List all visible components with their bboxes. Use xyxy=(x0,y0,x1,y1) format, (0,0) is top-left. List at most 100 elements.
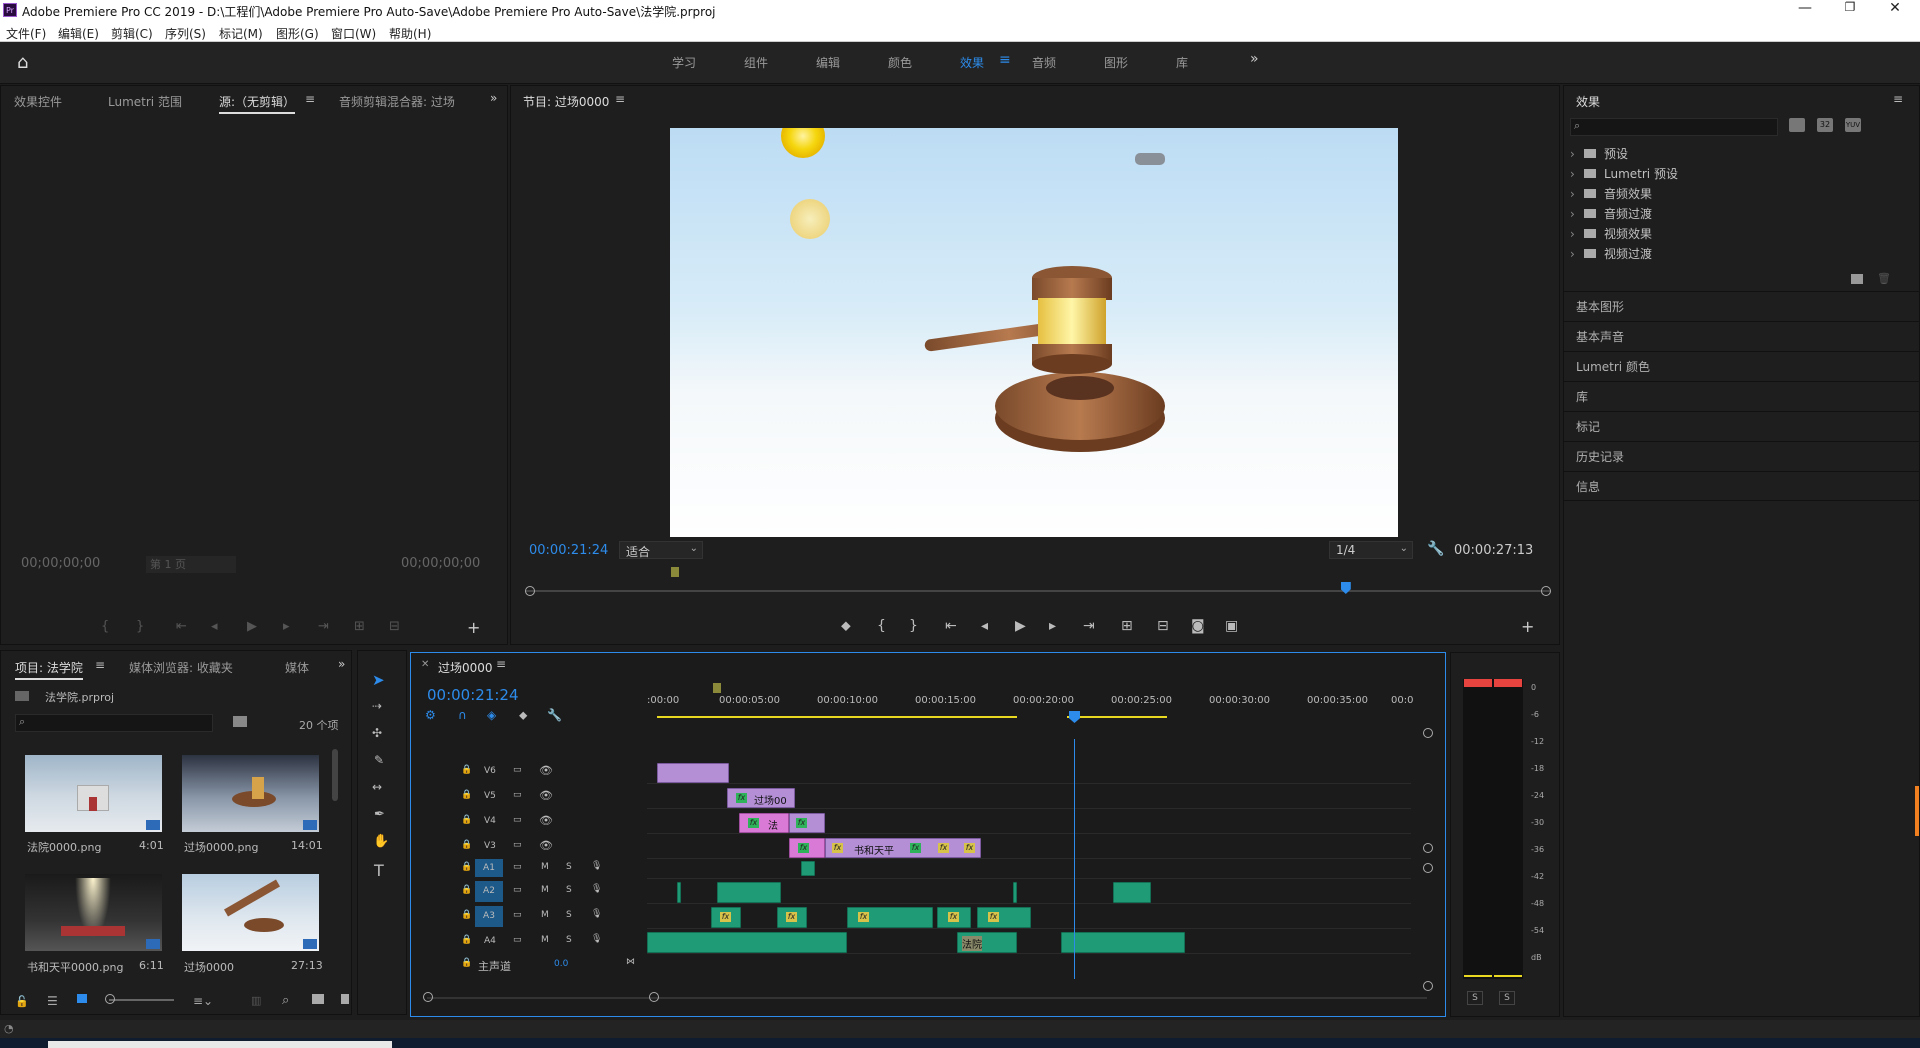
lock-icon[interactable]: 🔒 xyxy=(461,885,472,895)
audio-zoom-bottom-handle[interactable] xyxy=(1423,981,1433,991)
play-icon[interactable]: ▶ xyxy=(1015,618,1026,634)
track-name[interactable]: A1 xyxy=(475,859,503,877)
tab-audio-clip-mixer[interactable]: 音频剪辑混合器: 过场 xyxy=(339,93,455,110)
camera-icon[interactable]: ◙ xyxy=(1191,618,1205,634)
clip-v3[interactable]: fx xyxy=(789,838,825,858)
effects-search-input[interactable]: ⌕ xyxy=(1570,118,1778,136)
sync-icon[interactable]: ▭ xyxy=(513,935,522,945)
master-volume[interactable]: 0.0 xyxy=(554,959,568,969)
timeline-horizontal-scroll[interactable] xyxy=(427,997,1427,999)
new-item-icon[interactable] xyxy=(341,994,349,1004)
quality-dropdown[interactable]: 1/4 ⌄ xyxy=(1329,541,1413,559)
go-to-in-icon[interactable]: ⇤ xyxy=(176,619,187,634)
mark-out-icon[interactable]: } xyxy=(909,618,918,634)
snap-icon[interactable]: ∩ xyxy=(458,708,467,722)
tab-lumetri-scopes[interactable]: Lumetri 范围 xyxy=(108,93,182,110)
lock-icon[interactable]: 🔒 xyxy=(461,815,472,825)
workspace-graphics[interactable]: 图形 xyxy=(1104,54,1128,71)
new-bin-icon[interactable] xyxy=(1851,274,1863,284)
solo-right-button[interactable]: S xyxy=(1499,991,1515,1005)
source-add-button-icon[interactable]: + xyxy=(467,618,480,637)
program-add-button-icon[interactable]: + xyxy=(1521,617,1534,636)
sync-icon[interactable]: ▭ xyxy=(513,885,522,895)
go-to-out-icon[interactable]: ⇥ xyxy=(1083,618,1095,634)
minimize-icon[interactable]: — xyxy=(1795,0,1815,20)
mark-in-icon[interactable]: { xyxy=(101,619,109,634)
mic-icon[interactable]: 🎙 xyxy=(591,909,602,919)
workspace-learn[interactable]: 学习 xyxy=(672,54,696,71)
more-tabs-icon[interactable]: » xyxy=(338,657,345,671)
close-icon[interactable]: ✕ xyxy=(1885,0,1905,20)
sync-icon[interactable]: ▭ xyxy=(513,815,522,825)
workspace-effects[interactable]: 效果 xyxy=(960,54,984,71)
insert-icon[interactable]: ⊞ xyxy=(354,619,365,634)
clip-a3[interactable]: fx xyxy=(847,907,933,928)
menu-help[interactable]: 帮助(H) xyxy=(389,25,431,42)
audio-zoom-top-handle[interactable] xyxy=(1423,863,1433,873)
project-scrollbar[interactable] xyxy=(332,749,338,801)
new-search-bin-icon[interactable] xyxy=(233,716,247,727)
video-zoom-top-handle[interactable] xyxy=(1423,728,1433,738)
ripple-edit-tool-icon[interactable]: ✣ xyxy=(372,726,382,740)
clip-a3[interactable]: fx xyxy=(777,907,807,928)
sync-icon[interactable]: ▭ xyxy=(513,790,522,800)
workspace-audio[interactable]: 音频 xyxy=(1032,54,1056,71)
clip-v4[interactable]: fx 法 xyxy=(739,813,789,833)
clip-a3[interactable]: fx xyxy=(977,907,1031,928)
timeline-ruler[interactable]: :00:00 00:00:05:00 00:00:10:00 00:00:15:… xyxy=(647,683,1413,719)
source-page-dropdown[interactable]: 第 1 页 xyxy=(146,556,236,573)
master-collapse-icon[interactable]: ⋈ xyxy=(626,957,635,967)
workspace-menu-icon[interactable]: ≡ xyxy=(999,52,1011,68)
clip-a2[interactable] xyxy=(1113,882,1151,903)
clip-v3-b[interactable]: fx 书和天平 fx fx fx xyxy=(825,838,981,858)
settings-wrench-icon[interactable]: 🔧 xyxy=(547,708,562,722)
clip-a4[interactable]: 法院 xyxy=(957,932,1017,953)
folder-video-effects[interactable]: › 视频效果 xyxy=(1570,224,1910,244)
list-view-icon[interactable]: ☰ xyxy=(47,994,58,1008)
zoom-slider[interactable] xyxy=(109,999,174,1001)
scrub-start-handle[interactable] xyxy=(525,586,535,596)
workspace-assembly[interactable]: 组件 xyxy=(744,54,768,71)
home-icon[interactable]: ⌂ xyxy=(17,52,28,73)
compare-icon[interactable]: ▣ xyxy=(1225,618,1238,634)
sort-icon[interactable]: ≡⌄ xyxy=(193,994,213,1008)
mic-icon[interactable]: 🎙 xyxy=(591,884,602,894)
scroll-left-handle[interactable] xyxy=(423,992,433,1002)
track-name[interactable]: V6 xyxy=(484,766,496,776)
scroll-right-handle[interactable] xyxy=(649,992,659,1002)
program-playhead[interactable] xyxy=(1340,582,1351,594)
timeline-playhead[interactable] xyxy=(1069,711,1080,723)
close-sequence-icon[interactable]: ✕ xyxy=(421,659,429,670)
eye-icon[interactable]: 👁 xyxy=(539,764,553,777)
eye-icon[interactable]: 👁 xyxy=(539,814,553,827)
clip-a3[interactable]: fx xyxy=(711,907,741,928)
scrub-end-handle[interactable] xyxy=(1541,586,1551,596)
pen-tool-icon[interactable]: ✒ xyxy=(374,807,385,822)
tab-media[interactable]: 媒体 xyxy=(285,659,309,676)
section-essential-sound[interactable]: 基本声音 xyxy=(1564,321,1919,351)
program-title[interactable]: 节目: 过场0000 xyxy=(523,93,609,110)
selection-tool-icon[interactable]: ➤ xyxy=(372,671,385,689)
automate-icon[interactable]: ▥ xyxy=(251,994,261,1007)
slip-tool-icon[interactable]: ↔ xyxy=(372,780,382,794)
step-forward-icon[interactable]: ▸ xyxy=(1049,618,1056,634)
linked-selection-icon[interactable]: ◈ xyxy=(487,708,496,722)
section-lumetri-color[interactable]: Lumetri 颜色 xyxy=(1564,351,1919,381)
step-back-icon[interactable]: ◂ xyxy=(211,619,218,634)
more-workspaces-icon[interactable]: » xyxy=(1250,51,1259,67)
step-forward-icon[interactable]: ▸ xyxy=(283,619,290,634)
sync-icon[interactable]: ▭ xyxy=(513,910,522,920)
accelerated-effects-icon[interactable] xyxy=(1789,118,1805,132)
eye-icon[interactable]: 👁 xyxy=(539,789,553,802)
source-menu-icon[interactable]: ≡ xyxy=(305,92,315,106)
trash-icon[interactable]: 🗑 xyxy=(1877,272,1891,285)
tab-effect-controls[interactable]: 效果控件 xyxy=(14,93,62,110)
solo-button[interactable]: S xyxy=(566,935,572,945)
solo-button[interactable]: S xyxy=(566,885,572,895)
add-marker-icon[interactable]: ⬥ xyxy=(841,618,851,634)
mic-icon[interactable]: 🎙 xyxy=(591,934,602,944)
section-history[interactable]: 历史记录 xyxy=(1564,441,1919,471)
add-marker-icon[interactable]: ⬥ xyxy=(519,708,527,723)
clip-a2[interactable] xyxy=(1013,882,1017,903)
mute-button[interactable]: M xyxy=(541,935,549,945)
